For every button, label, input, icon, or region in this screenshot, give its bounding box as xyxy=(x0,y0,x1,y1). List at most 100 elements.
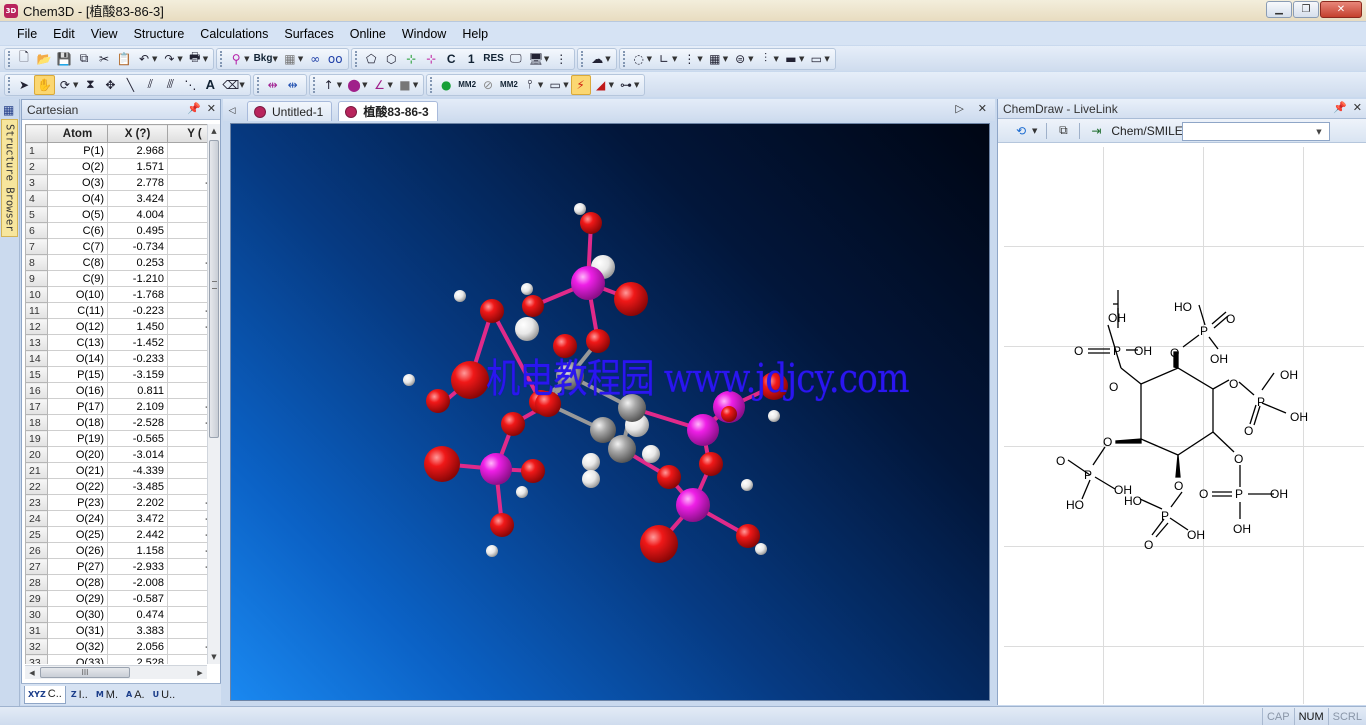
y-cell[interactable]: 0. xyxy=(167,158,207,175)
row-index[interactable]: 11 xyxy=(25,302,48,319)
rotate-dropdown-icon[interactable]: ▼ xyxy=(73,81,78,89)
x-cell[interactable]: 2.778 xyxy=(107,174,168,191)
chemdraw-canvas[interactable]: OH O P OH O O HO P O OH O OH P OH O O O … xyxy=(1004,147,1364,704)
grid-dropdown-icon[interactable]: ▼ xyxy=(723,55,728,63)
table-row[interactable]: 2O(2)1.5710. xyxy=(25,158,207,175)
select-arrow-icon[interactable]: ➤ xyxy=(14,75,34,95)
table-row[interactable]: 8C(8)0.253-0. xyxy=(25,254,207,271)
axis-dropdown-icon[interactable]: ▼ xyxy=(672,55,677,63)
run-calculation-icon[interactable]: ⚡ xyxy=(570,74,591,95)
background-gradient-icon[interactable]: ▦ xyxy=(280,49,300,69)
layers-dropdown-icon[interactable]: ▼ xyxy=(748,55,753,63)
element-symbol-button[interactable]: C xyxy=(441,49,461,69)
table-row[interactable]: 30O(30)0.4742. xyxy=(25,606,207,623)
print-dropdown-icon[interactable]: ▼ xyxy=(203,55,208,63)
x-cell[interactable]: 1.158 xyxy=(107,542,168,559)
row-index[interactable]: 26 xyxy=(25,542,48,559)
scroll-right-icon[interactable]: ▶ xyxy=(193,666,207,679)
atom-cell[interactable]: P(17) xyxy=(47,398,108,415)
show-hydrogen-icon[interactable]: ⊹ xyxy=(401,49,421,69)
x-cell[interactable]: 2.056 xyxy=(107,638,168,655)
stop-icon[interactable]: ■ xyxy=(395,75,415,95)
table-row[interactable]: 17P(17)2.109-2. xyxy=(25,398,207,415)
table-row[interactable]: 4O(4)3.4240. xyxy=(25,190,207,207)
measure-bond-icon[interactable]: ↑ xyxy=(319,75,339,95)
row-index[interactable]: 16 xyxy=(25,382,48,399)
x-cell[interactable]: 2.442 xyxy=(107,526,168,543)
row-index[interactable]: 25 xyxy=(25,526,48,543)
background-color-button[interactable]: Bkg xyxy=(252,49,275,69)
x-cell[interactable]: -1.452 xyxy=(107,334,168,351)
align-x-icon[interactable]: ⇹ xyxy=(263,75,283,95)
atom-cell[interactable]: O(20) xyxy=(47,446,108,463)
energy-dropdown-icon[interactable]: ▼ xyxy=(609,81,614,89)
y-cell[interactable]: 0. xyxy=(167,238,207,255)
show-lone-pairs-icon[interactable]: ⊹ xyxy=(421,49,441,69)
y-cell[interactable]: 0. xyxy=(167,334,207,351)
orbital-plot-icon[interactable]: ⊶ xyxy=(616,75,636,95)
row-index[interactable]: 30 xyxy=(25,606,48,623)
energy-plot-icon[interactable]: ◢ xyxy=(591,75,611,95)
dummy-bond-icon[interactable]: ⋱ xyxy=(180,75,200,95)
tab-u[interactable]: U U.. xyxy=(150,686,179,704)
x-cell[interactable]: 2.968 xyxy=(107,142,168,159)
x-cell[interactable]: -1.210 xyxy=(107,270,168,287)
panel-close-icon[interactable]: ✕ xyxy=(207,102,216,115)
toolbar-grip[interactable] xyxy=(8,76,11,93)
angle-dropdown-icon[interactable]: ▼ xyxy=(387,81,392,89)
toolbar-grip[interactable] xyxy=(355,50,358,67)
row-index[interactable]: 31 xyxy=(25,622,48,639)
table-row[interactable]: 5O(5)4.0040. xyxy=(25,206,207,223)
perspective-icon[interactable]: ⬠ xyxy=(361,49,381,69)
y-cell[interactable]: -1. xyxy=(167,318,207,335)
no-entry-icon[interactable]: ⊘ xyxy=(478,75,498,95)
atom-cell[interactable]: O(16) xyxy=(47,382,108,399)
menu-help[interactable]: Help xyxy=(454,27,496,41)
x-cell[interactable]: 3.472 xyxy=(107,510,168,527)
tab-measurements[interactable]: M M. xyxy=(93,686,121,704)
triple-bond-icon[interactable]: ⫻ xyxy=(160,75,180,95)
redo-icon[interactable]: ↷ xyxy=(159,49,179,69)
model-display-dropdown-icon[interactable]: ▼ xyxy=(244,55,249,63)
structure-browser-tab[interactable]: Structure Browser xyxy=(1,119,18,237)
monitor-icon[interactable]: 🖵 xyxy=(506,49,526,69)
ruler-icon[interactable]: ⋮ xyxy=(551,49,571,69)
table-row[interactable]: 25O(25)2.442-1. xyxy=(25,526,207,543)
menu-view[interactable]: View xyxy=(83,27,126,41)
row-index[interactable]: 15 xyxy=(25,366,48,383)
y-cell[interactable]: 0. xyxy=(167,622,207,639)
surface-dropdown-icon[interactable]: ▼ xyxy=(605,55,610,63)
atom-cell[interactable]: O(18) xyxy=(47,414,108,431)
paste-icon[interactable]: 📋 xyxy=(114,49,134,69)
x-cell[interactable]: -3.159 xyxy=(107,366,168,383)
menu-surfaces[interactable]: Surfaces xyxy=(276,27,341,41)
x-cell[interactable]: -0.587 xyxy=(107,590,168,607)
serial-number-button[interactable]: 1 xyxy=(461,49,481,69)
y-cell[interactable]: 0. xyxy=(167,478,207,495)
y-cell[interactable]: -2. xyxy=(167,398,207,415)
scroll-up-icon[interactable]: ▲ xyxy=(208,124,220,138)
row-index[interactable]: 17 xyxy=(25,398,48,415)
comp-dropdown-icon[interactable]: ▼ xyxy=(563,81,568,89)
atom-cell[interactable]: O(33) xyxy=(47,654,108,664)
x-cell[interactable]: 4.004 xyxy=(107,206,168,223)
copy-structure-icon[interactable]: ⧉ xyxy=(1054,122,1072,140)
y-cell[interactable]: 2. xyxy=(167,574,207,591)
grid-icon[interactable]: ▦ xyxy=(3,103,17,117)
atom-cell[interactable]: O(30) xyxy=(47,606,108,623)
x-cell[interactable]: -2.008 xyxy=(107,574,168,591)
align-y-icon[interactable]: ⇹ xyxy=(283,75,303,95)
toolbar-grip[interactable] xyxy=(430,76,433,93)
row-index[interactable]: 2 xyxy=(25,158,48,175)
x-cell[interactable]: -4.339 xyxy=(107,462,168,479)
save-icon[interactable]: 💾 xyxy=(54,49,74,69)
x-cell[interactable]: -0.233 xyxy=(107,350,168,367)
x-cell[interactable]: -0.223 xyxy=(107,302,168,319)
import-smiles-icon[interactable]: ⇥ xyxy=(1087,122,1105,140)
y-cell[interactable]: -1. xyxy=(167,174,207,191)
row-index[interactable]: 3 xyxy=(25,174,48,191)
row-index[interactable]: 29 xyxy=(25,590,48,607)
move-icon[interactable]: ✥ xyxy=(100,75,120,95)
vertical-scroll-thumb[interactable] xyxy=(209,140,219,438)
row-index[interactable]: 28 xyxy=(25,574,48,591)
